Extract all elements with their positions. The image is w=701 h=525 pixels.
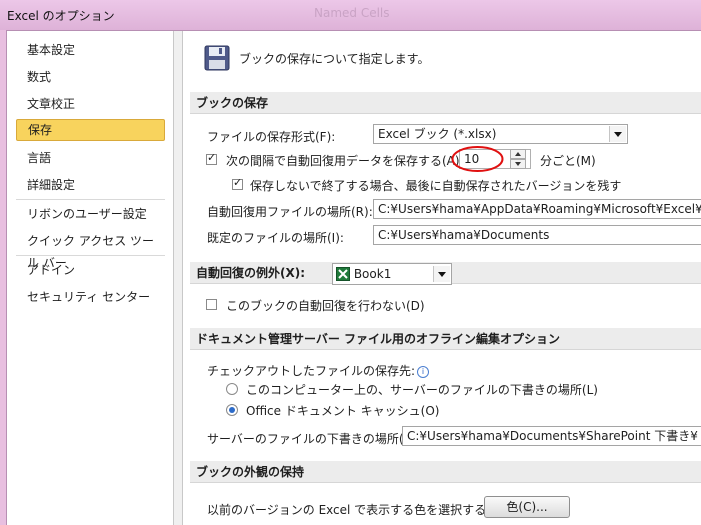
sidebar-item-language[interactable]: 言語 (16, 147, 165, 169)
radio-office-cache[interactable] (226, 404, 238, 416)
window-title: Excel のオプション (7, 9, 115, 23)
save-format-dropdown[interactable]: Excel ブック (*.xlsx) (373, 124, 628, 144)
sidebar-item-save[interactable]: 保存 (16, 119, 165, 141)
sidebar-divider (16, 199, 165, 200)
background-window-title: Named Cells (314, 6, 390, 20)
checkout-location-label: チェックアウトしたファイルの保存先: i (207, 362, 430, 379)
autorecover-checkbox[interactable] (206, 151, 217, 165)
autorecover-location-input[interactable]: C:¥Users¥hama¥AppData¥Roaming¥Microsoft¥… (373, 199, 701, 219)
title-bar: Excel のオプション Named Cells (0, 0, 701, 30)
sidebar-item-advanced[interactable]: 詳細設定 (16, 174, 165, 196)
default-location-input[interactable]: C:¥Users¥hama¥Documents (373, 225, 701, 245)
sidebar-item-customize-ribbon[interactable]: リボンのユーザー設定 (16, 203, 165, 225)
keep-last-version-checkbox[interactable] (232, 176, 243, 190)
keep-last-version-label: 保存しないで終了する場合、最後に自動保存されたバージョンを残す (250, 179, 622, 193)
autorecover-location-label: 自動回復用ファイルの場所(R): (207, 205, 373, 219)
radio-office-cache-label: Office ドキュメント キャッシュ(O) (246, 404, 440, 418)
colors-button[interactable]: 色(C)... (484, 496, 570, 518)
save-options-panel: ブックの保存について指定します。 ブックの保存 ファイルの保存形式(F): Ex… (182, 31, 701, 525)
sidebar-divider (16, 255, 165, 256)
radio-computer-drafts-label: このコンピューター上の、サーバーのファイルの下書きの場所(L) (246, 383, 598, 397)
section-header-offline-editing: ドキュメント管理サーバー ファイル用のオフライン編集オプション (190, 328, 701, 350)
sidebar-item-trust-center[interactable]: セキュリティ センター (16, 286, 165, 308)
options-dialog: 基本設定 数式 文章校正 保存 言語 詳細設定 リボンのユーザー設定 クイック … (6, 30, 701, 525)
minutes-unit-label: 分ごと(M) (540, 154, 596, 168)
disable-autorecover-label: このブックの自動回復を行わない(D) (226, 299, 425, 313)
sidebar-item-general[interactable]: 基本設定 (16, 39, 165, 61)
info-icon: i (417, 366, 430, 378)
sidebar-item-proofing[interactable]: 文章校正 (16, 93, 165, 115)
autorecover-exceptions-label: 自動回復の例外(X): (196, 266, 306, 280)
default-location-value: C:¥Users¥hama¥Documents (378, 228, 550, 242)
workbook-dropdown[interactable]: Book1 (332, 263, 452, 285)
disable-autorecover-checkbox[interactable] (206, 299, 217, 310)
section-header-appearance: ブックの外観の保持 (190, 461, 701, 483)
drafts-location-label: サーバーのファイルの下書きの場所(V): (207, 432, 421, 446)
floppy-disk-icon (204, 45, 230, 71)
checkout-location-text: チェックアウトしたファイルの保存先: (207, 364, 416, 378)
chevron-down-icon (609, 126, 626, 142)
autorecover-location-value: C:¥Users¥hama¥AppData¥Roaming¥Microsoft¥… (378, 202, 701, 216)
colors-label: 以前のバージョンの Excel で表示する色を選択する: (207, 503, 491, 517)
sidebar-item-formulas[interactable]: 数式 (16, 66, 165, 88)
drafts-location-value: C:¥Users¥hama¥Documents¥SharePoint 下書き¥ (407, 429, 698, 443)
save-format-label: ファイルの保存形式(F): (207, 130, 336, 144)
chevron-down-icon (433, 266, 450, 282)
excel-icon (336, 267, 350, 281)
save-format-value: Excel ブック (*.xlsx) (378, 127, 497, 141)
minutes-spinner[interactable] (510, 149, 526, 169)
page-description: ブックの保存について指定します。 (239, 52, 430, 66)
autorecover-label: 次の間隔で自動回復用データを保存する(A): (226, 154, 464, 168)
sidebar-item-add-ins[interactable]: アドイン (16, 259, 165, 281)
highlight-circle (451, 146, 504, 172)
sidebar: 基本設定 数式 文章校正 保存 言語 詳細設定 リボンのユーザー設定 クイック … (7, 31, 174, 525)
workbook-value: Book1 (353, 267, 392, 281)
sidebar-item-quick-access-toolbar[interactable]: クイック アクセス ツール バー (16, 230, 165, 270)
drafts-location-input[interactable]: C:¥Users¥hama¥Documents¥SharePoint 下書き¥ (402, 426, 701, 446)
section-header-save: ブックの保存 (190, 92, 701, 114)
default-location-label: 既定のファイルの場所(I): (207, 231, 344, 245)
radio-computer-drafts[interactable] (226, 383, 238, 395)
